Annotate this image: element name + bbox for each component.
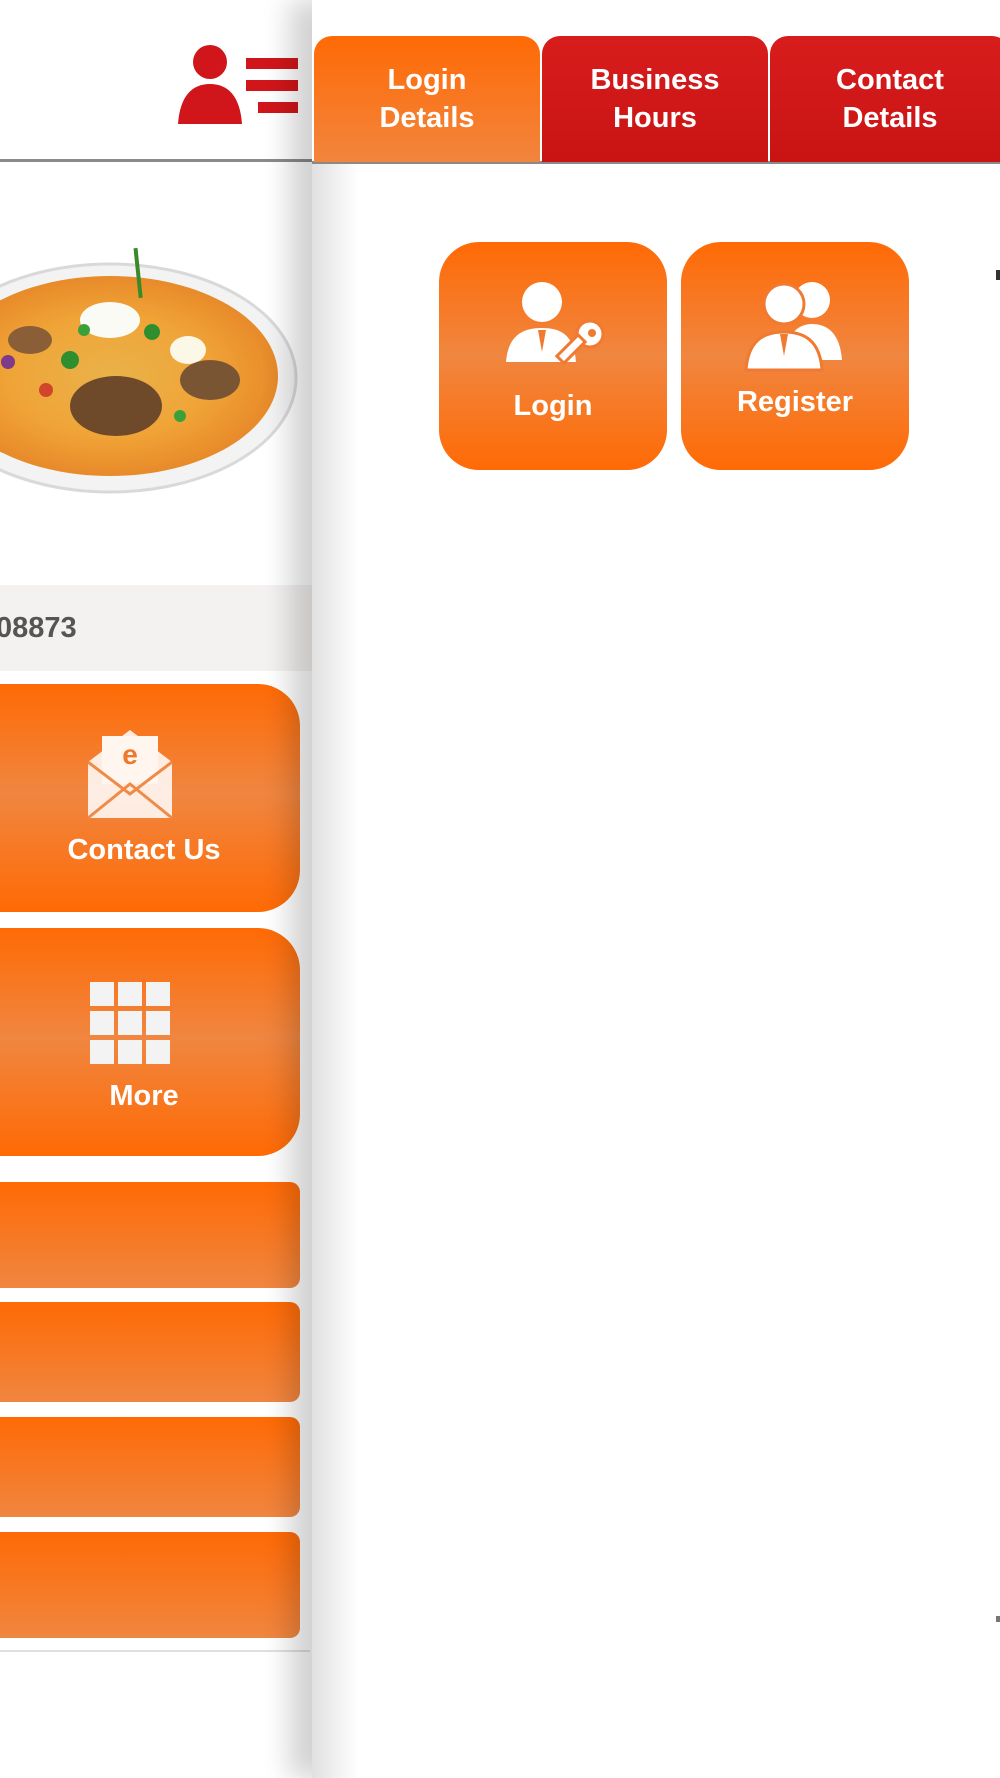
email-envelope-icon: e [87, 730, 173, 820]
drawer-menu-button[interactable]: il [0, 1532, 300, 1638]
edge-artifact [996, 1616, 1000, 1622]
user-key-icon [506, 282, 605, 366]
register-label: Register [736, 386, 854, 418]
tab-login-details[interactable]: Login Details [314, 36, 540, 162]
tab-contact-details[interactable]: Contact Details [770, 36, 1000, 162]
users-icon [744, 282, 842, 372]
phone-bar[interactable]: 08873 [0, 585, 312, 671]
login-details-panel: Login Details Business Hours Contact Det… [312, 0, 1000, 1778]
register-button[interactable]: Register [681, 242, 909, 470]
tab-strip: Login Details Business Hours Contact Det… [312, 0, 1000, 164]
panel-shadow [312, 162, 358, 1778]
login-label: Login [513, 390, 593, 422]
drawer-menu-button[interactable] [0, 1182, 300, 1288]
contact-us-label: Contact Us [67, 834, 221, 866]
more-label: More [109, 1080, 179, 1112]
phone-number: 08873 [0, 612, 77, 644]
more-tile[interactable]: More [0, 928, 300, 1156]
side-drawer-background: 08873 e Contact Us More [0, 0, 312, 1778]
divider [0, 1650, 310, 1652]
drawer-menu-button[interactable] [0, 1302, 300, 1402]
drawer-header [0, 0, 312, 162]
login-button[interactable]: Login [439, 242, 667, 470]
edge-artifact [996, 270, 1000, 280]
svg-text:e: e [122, 739, 138, 770]
user-menu-icon[interactable] [178, 44, 300, 124]
contact-us-tile[interactable]: e Contact Us [0, 684, 300, 912]
drawer-menu-button[interactable] [0, 1417, 300, 1517]
tab-business-hours[interactable]: Business Hours [542, 36, 768, 162]
grid-icon [90, 982, 170, 1064]
biryani-plate-image [0, 247, 298, 494]
